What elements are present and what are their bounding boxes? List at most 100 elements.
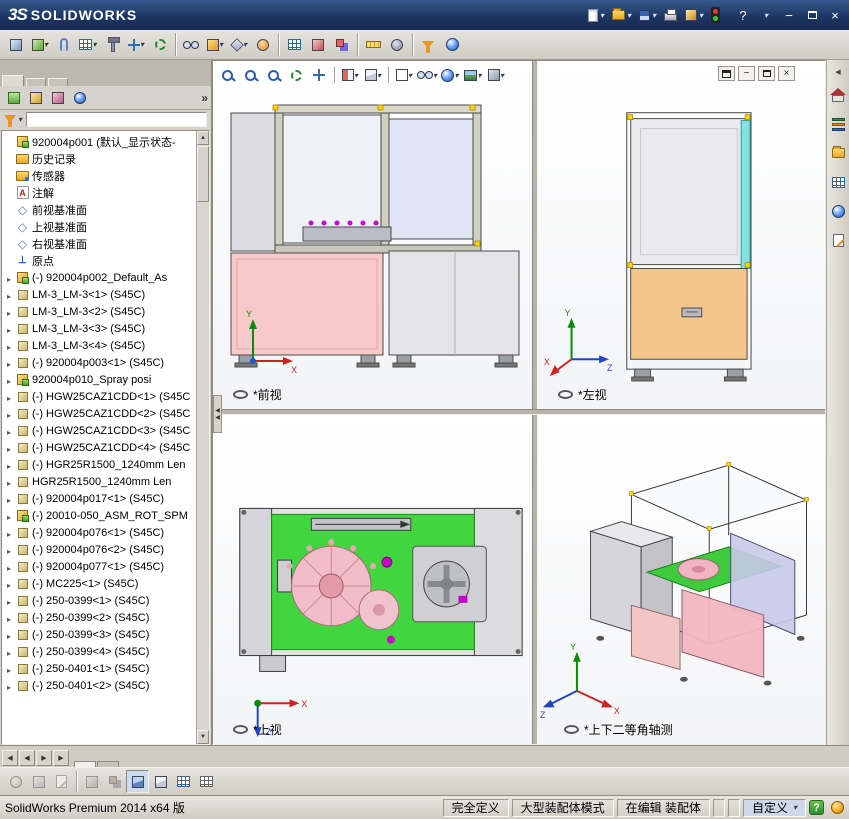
expander-icon[interactable] [5,558,13,576]
expander-icon[interactable] [5,541,13,559]
filter-faces-button[interactable] [103,770,126,793]
tree-item[interactable]: (-) 250-0399<4> (S45C) [2,643,196,660]
tree-scrollbar[interactable]: ▲ ▼ [196,131,209,744]
viewport-isometric[interactable]: Y X Z *上下二等角轴测 [538,415,825,744]
interference-detection-button[interactable] [330,33,354,57]
tree-item[interactable]: (-) MC225<1> (S45C) [2,575,196,592]
tree-item[interactable]: (-) HGW25CAZ1CDD<2> (S45C [2,405,196,422]
clear-all-filters-button[interactable] [27,770,50,793]
expander-icon[interactable] [5,422,13,440]
scroll-up-button[interactable]: ▲ [197,131,209,145]
tree-item[interactable]: (-) 920004p077<1> (S45C) [2,558,196,575]
tree-item[interactable]: 920004p010_Spray posi [2,371,196,388]
custom-properties-button[interactable] [828,230,848,250]
tree-item[interactable]: 右视基准面 [2,235,196,252]
menu-item[interactable] [231,7,245,23]
tree-item[interactable]: (-) 920004p002_Default_As [2,269,196,286]
help-button[interactable]: ? [733,6,753,24]
tree-item[interactable]: (-) 20010-050_ASM_ROT_SPM [2,507,196,524]
tree-item[interactable]: LM-3_LM-3<4> (S45C) [2,337,196,354]
print-button[interactable] [661,4,680,26]
menu-item[interactable] [189,7,203,23]
tree-item[interactable]: (-) HGW25CAZ1CDD<4> (S45C [2,439,196,456]
help-ball-icon[interactable] [831,801,844,814]
mate-button[interactable] [52,33,76,57]
view-orientation-button[interactable] [362,64,384,86]
rebuild-button[interactable] [682,4,706,26]
expander-icon[interactable] [5,371,13,389]
tree-item[interactable]: 传感器 [2,167,196,184]
command-tab[interactable] [26,78,46,86]
expander-icon[interactable] [5,507,13,525]
top-view-canvas[interactable]: X Z [213,415,532,744]
viewport-splitter-horizontal[interactable] [213,409,825,415]
pan-button[interactable] [308,64,330,86]
panel-overflow-button[interactable] [201,91,208,105]
hide-show-items-button[interactable] [416,64,438,86]
expander-icon[interactable] [5,592,13,610]
menu-item[interactable] [175,7,189,23]
filter-axes-button[interactable] [172,770,195,793]
tree-item[interactable]: 注解 [2,184,196,201]
tree-item[interactable]: HGR25R1500_1240mm Len [2,473,196,490]
expander-icon[interactable] [5,473,13,491]
zoom-to-fit-button[interactable] [216,64,238,86]
tree-item[interactable]: 原点 [2,252,196,269]
expander-icon[interactable] [5,269,13,287]
zoom-to-area-button[interactable] [239,64,261,86]
toggle-selection-filters-button[interactable] [4,770,27,793]
linear-component-pattern-button[interactable] [76,33,100,57]
tree-item[interactable]: LM-3_LM-3<1> (S45C) [2,286,196,303]
move-component-button[interactable] [124,33,148,57]
filter-surface-bodies-button[interactable] [149,770,172,793]
expander-icon[interactable] [5,303,13,321]
panel-collapse-button[interactable]: ◀ ◀ [213,395,222,433]
tree-item[interactable]: (-) 250-0401<1> (S45C) [2,660,196,677]
tree-root-item[interactable]: 920004p001 (默认_显示状态- [2,133,196,150]
graphics-area[interactable]: − × ◀ ◀ Y X *前视 Y Z X *左视 X Z *上视 Y X Z … [212,60,826,745]
displaymanager-tab-button[interactable] [69,88,91,108]
tree-item[interactable]: (-) HGW25CAZ1CDD<3> (S45C [2,422,196,439]
child-close-button[interactable]: × [778,66,795,81]
new-document-button[interactable] [585,4,607,26]
viewport-top[interactable]: X Z *上视 [213,415,532,744]
scrollbar-thumb[interactable] [197,146,209,202]
edit-component-button[interactable] [4,33,28,57]
view-palette-button[interactable] [828,172,848,192]
tree-item[interactable]: (-) 250-0399<2> (S45C) [2,609,196,626]
tree-item[interactable]: (-) HGR25R1500_1240mm Len [2,456,196,473]
scroll-tabs-next-button[interactable]: ▶ [36,750,52,766]
measure-button[interactable] [361,33,385,57]
selection-filter-button[interactable] [416,33,440,57]
filter-button[interactable] [4,115,22,127]
expander-icon[interactable] [5,286,13,304]
tree-item[interactable]: LM-3_LM-3<2> (S45C) [2,303,196,320]
expander-icon[interactable] [5,575,13,593]
tree-item[interactable]: 前视基准面 [2,201,196,218]
expander-icon[interactable] [5,660,13,678]
tree-item[interactable]: LM-3_LM-3<3> (S45C) [2,320,196,337]
expander-icon[interactable] [5,439,13,457]
tree-item[interactable]: 上视基准面 [2,218,196,235]
appearances-scenes-button[interactable] [828,201,848,221]
scroll-tabs-end-button[interactable]: ▶ [53,750,69,766]
child-minimize-button[interactable]: − [738,66,755,81]
featuremanager-tab-button[interactable] [3,88,25,108]
menu-item[interactable] [245,7,259,23]
tree-item[interactable]: (-) 250-0401<2> (S45C) [2,677,196,694]
filter-solid-bodies-button[interactable] [126,770,149,793]
expander-icon[interactable] [5,490,13,508]
section-view-button[interactable] [339,64,361,86]
menu-item[interactable] [217,7,231,23]
expander-icon[interactable] [5,405,13,423]
close-button[interactable]: × [825,6,845,24]
apply-scene-button[interactable] [462,64,484,86]
child-restore-button[interactable] [758,66,775,81]
filter-planes-button[interactable] [195,770,218,793]
stop-light-button[interactable] [708,4,723,26]
expander-icon[interactable] [5,677,13,695]
save-document-button[interactable] [636,4,659,26]
insert-components-button[interactable] [28,33,52,57]
design-library-button[interactable] [828,114,848,134]
scroll-tabs-start-button[interactable]: ◀ [2,750,18,766]
